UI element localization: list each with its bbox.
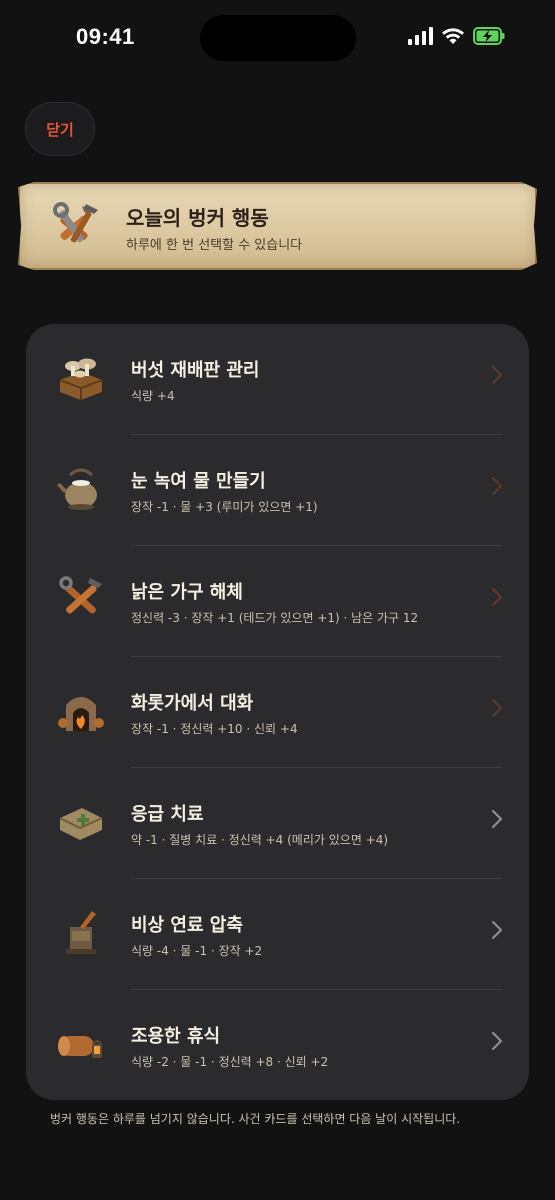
- action-list: 버섯 재배판 관리 식량 +4 눈 녹여 물 만들기 장작 -1 · 물 +3 …: [26, 324, 529, 1100]
- action-desc: 식량 -4 · 물 -1 · 장작 +2: [131, 944, 263, 958]
- action-desc: 약 -1 · 질병 치료 · 정신력 +4 (메리가 있으면 +4): [131, 833, 389, 847]
- action-title: 버섯 재배판 관리: [131, 360, 260, 381]
- action-fuel-press[interactable]: 비상 연료 압축 식량 -4 · 물 -1 · 장작 +2: [26, 879, 529, 990]
- status-icons: [408, 27, 505, 45]
- action-desc: 장작 -1 · 정신력 +10 · 신뢰 +4: [131, 722, 298, 736]
- tools-icon: [59, 576, 102, 614]
- action-quiet-rest[interactable]: 조용한 휴식 식량 -2 · 물 -1 · 정신력 +8 · 신뢰 +2: [26, 990, 529, 1101]
- action-first-aid[interactable]: 응급 치료 약 -1 · 질병 치료 · 정신력 +4 (메리가 있으면 +4): [26, 768, 529, 879]
- action-title: 조용한 휴식: [131, 1026, 221, 1047]
- action-desc: 식량 -2 · 물 -1 · 정신력 +8 · 신뢰 +2: [131, 1055, 329, 1069]
- banner-subtitle: 하루에 한 번 선택할 수 있습니다: [126, 238, 303, 253]
- chevron-right-icon: [491, 698, 503, 718]
- action-desc: 식량 +4: [131, 389, 175, 403]
- daily-action-banner: 오늘의 벙커 행동 하루에 한 번 선택할 수 있습니다: [18, 182, 537, 270]
- status-time: 09:41: [76, 24, 135, 49]
- action-title: 눈 녹여 물 만들기: [131, 471, 266, 492]
- chevron-right-icon: [491, 365, 503, 385]
- bedroll-lantern-icon: [58, 1036, 102, 1058]
- chevron-right-icon: [491, 920, 503, 940]
- mushroom-crate-icon: [59, 358, 103, 400]
- status-bar: 09:41: [0, 0, 555, 80]
- chevron-right-icon: [491, 1031, 503, 1051]
- wifi-icon: [441, 27, 465, 45]
- close-button[interactable]: 닫기: [25, 102, 95, 156]
- action-title: 비상 연료 압축: [131, 915, 243, 936]
- battery-charging-icon: [473, 27, 505, 45]
- footer-note: 벙커 행동은 하루를 넘기지 않습니다. 사건 카드를 선택하면 다음 날이 시…: [50, 1112, 461, 1126]
- action-fireside-talk[interactable]: 화롯가에서 대화 장작 -1 · 정신력 +10 · 신뢰 +4: [26, 657, 529, 768]
- fireplace-icon: [58, 697, 104, 731]
- fuel-press-icon: [66, 911, 96, 954]
- medkit-icon: [59, 808, 103, 840]
- chevron-right-icon: [491, 587, 503, 607]
- action-mushroom-farm[interactable]: 버섯 재배판 관리 식량 +4: [26, 324, 529, 435]
- chevron-right-icon: [491, 809, 503, 829]
- action-desc: 장작 -1 · 물 +3 (루미가 있으면 +1): [131, 500, 318, 514]
- dynamic-island: [200, 15, 356, 61]
- action-title: 화롯가에서 대화: [131, 693, 254, 714]
- action-title: 낡은 가구 해체: [131, 582, 243, 603]
- crossed-tools-icon: [53, 202, 98, 243]
- action-dismantle-furniture[interactable]: 낡은 가구 해체 정신력 -3 · 장작 +1 (테드가 있으면 +1) · 남…: [26, 546, 529, 657]
- action-title: 응급 치료: [131, 804, 204, 825]
- banner-title: 오늘의 벙커 행동: [126, 206, 269, 230]
- kettle-icon: [57, 468, 97, 510]
- action-melt-snow[interactable]: 눈 녹여 물 만들기 장작 -1 · 물 +3 (루미가 있으면 +1): [26, 435, 529, 546]
- action-desc: 정신력 -3 · 장작 +1 (테드가 있으면 +1) · 남은 가구 12: [131, 611, 419, 625]
- chevron-right-icon: [491, 476, 503, 496]
- signal-icon: [408, 27, 433, 45]
